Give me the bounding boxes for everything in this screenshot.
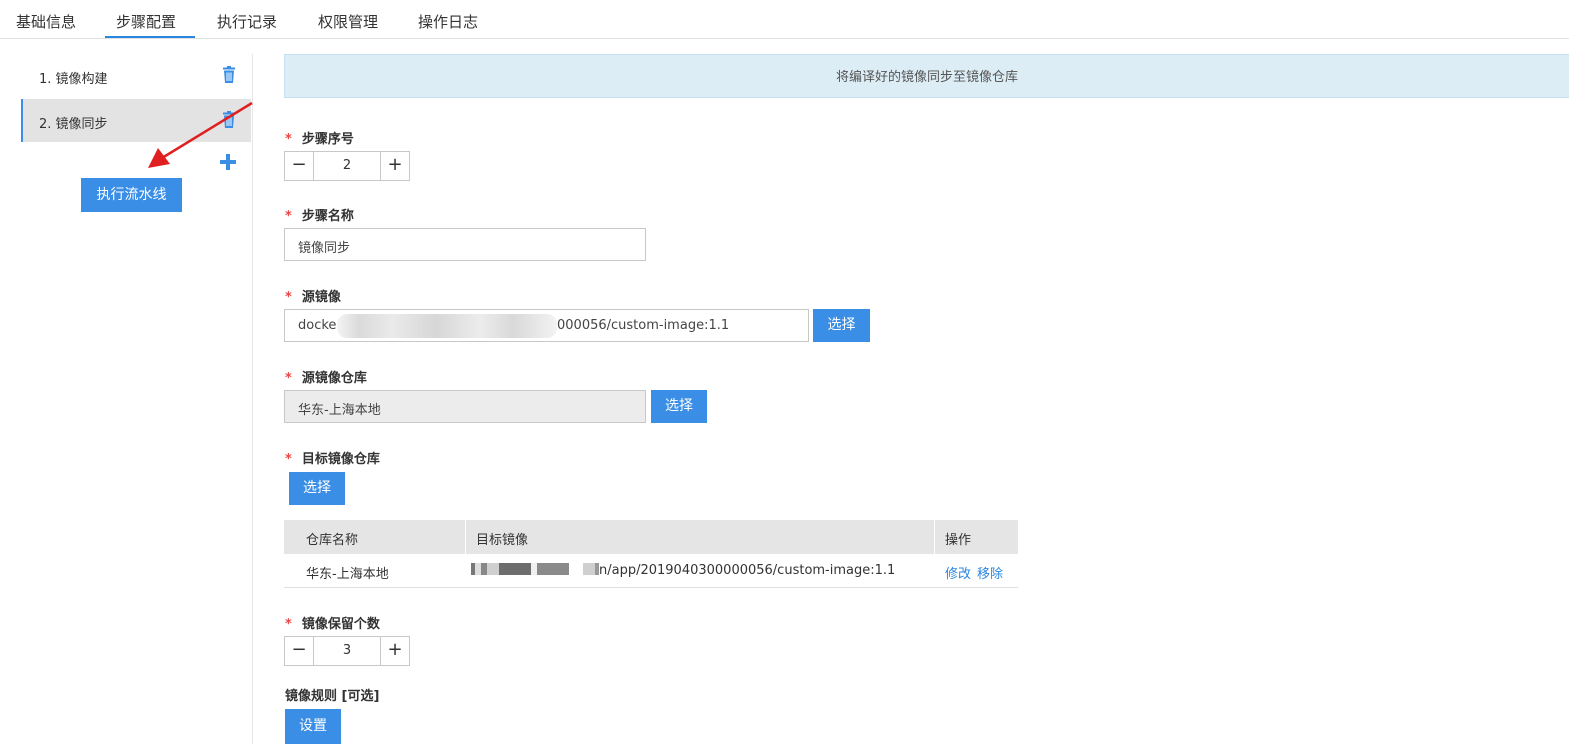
required-mark: *: [285, 132, 292, 147]
tab-basic-info[interactable]: 基础信息: [16, 11, 76, 32]
redacted-region: [337, 314, 557, 338]
tab-step-config[interactable]: 步骤配置: [116, 11, 176, 32]
step-item-image-build[interactable]: 1. 镜像构建: [21, 54, 251, 97]
target-repo-label: * 目标镜像仓库: [285, 448, 380, 467]
required-mark: *: [285, 290, 292, 305]
source-image-label-text: 源镜像: [301, 290, 341, 305]
table-header: 仓库名称 目标镜像 操作: [284, 520, 1018, 554]
image-rules-set-button[interactable]: 设置: [285, 709, 341, 744]
step-item-image-sync[interactable]: 2. 镜像同步: [21, 99, 251, 142]
source-repo-label-text: 源镜像仓库: [301, 371, 367, 386]
row-edit-link[interactable]: 修改: [945, 563, 971, 582]
step-order-stepper: − 2 +: [284, 151, 410, 181]
source-repo-input: 华东-上海本地: [284, 390, 646, 423]
column-header-target-image: 目标镜像: [476, 533, 529, 548]
add-step-icon[interactable]: [219, 153, 237, 171]
step-order-increment-button[interactable]: +: [380, 152, 409, 180]
image-rules-label: 镜像规则 [可选]: [285, 689, 380, 704]
panel-divider: [252, 54, 253, 744]
source-image-value-suffix: 000056/custom-image:1.1: [557, 318, 730, 333]
row-target-image: n/app/2019040300000056/custom-image:1.1: [599, 563, 896, 578]
step-name-label: * 步骤名称: [285, 205, 354, 224]
source-repo-label: * 源镜像仓库: [285, 367, 367, 386]
retain-count-stepper: − 3 +: [284, 636, 410, 666]
trash-icon[interactable]: [221, 111, 237, 129]
required-mark: *: [285, 617, 292, 632]
source-image-input[interactable]: docke 000056/custom-image:1.1: [284, 309, 809, 342]
required-mark: *: [285, 209, 292, 224]
column-divider: [934, 520, 935, 554]
source-image-value-prefix: docke: [298, 318, 337, 333]
step-item-label: 2. 镜像同步: [39, 117, 108, 132]
redacted-region: [471, 563, 599, 575]
retain-count-label: * 镜像保留个数: [285, 613, 380, 632]
step-name-value: 镜像同步: [298, 241, 351, 256]
step-name-label-text: 步骤名称: [301, 209, 354, 224]
info-banner-text: 将编译好的镜像同步至镜像仓库: [835, 70, 1018, 85]
tab-execution-records[interactable]: 执行记录: [217, 11, 277, 32]
column-header-repo-name: 仓库名称: [306, 533, 359, 548]
required-mark: *: [285, 371, 292, 386]
source-repo-value: 华东-上海本地: [298, 403, 381, 418]
step-order-value[interactable]: 2: [314, 158, 380, 173]
info-banner: 将编译好的镜像同步至镜像仓库: [284, 54, 1569, 98]
retain-count-label-text: 镜像保留个数: [301, 617, 380, 632]
column-divider: [465, 520, 466, 554]
tab-operation-log[interactable]: 操作日志: [418, 11, 478, 32]
step-order-decrement-button[interactable]: −: [285, 152, 314, 180]
column-header-actions: 操作: [945, 533, 972, 548]
active-tab-indicator: [105, 36, 195, 38]
step-order-label-text: 步骤序号: [301, 132, 354, 147]
trash-icon[interactable]: [221, 66, 237, 84]
step-order-label: * 步骤序号: [285, 128, 354, 147]
tab-permission-management[interactable]: 权限管理: [318, 11, 378, 32]
source-repo-select-button[interactable]: 选择: [651, 390, 707, 423]
row-remove-link[interactable]: 移除: [977, 563, 1003, 582]
source-image-label: * 源镜像: [285, 286, 341, 305]
target-repo-select-button[interactable]: 选择: [289, 472, 345, 505]
source-image-select-button[interactable]: 选择: [813, 309, 870, 342]
retain-count-decrement-button[interactable]: −: [285, 637, 314, 665]
row-repo-name: 华东-上海本地: [306, 567, 389, 582]
run-pipeline-button[interactable]: 执行流水线: [81, 178, 182, 212]
retain-count-value[interactable]: 3: [314, 643, 380, 658]
step-item-label: 1. 镜像构建: [39, 72, 108, 87]
step-name-input[interactable]: 镜像同步: [284, 228, 646, 261]
target-repo-label-text: 目标镜像仓库: [301, 452, 380, 467]
retain-count-increment-button[interactable]: +: [380, 637, 409, 665]
table-row: 华东-上海本地 n/app/2019040300000056/custom-im…: [284, 554, 1018, 588]
required-mark: *: [285, 452, 292, 467]
tab-bar: 基础信息 步骤配置 执行记录 权限管理 操作日志: [0, 0, 1569, 39]
